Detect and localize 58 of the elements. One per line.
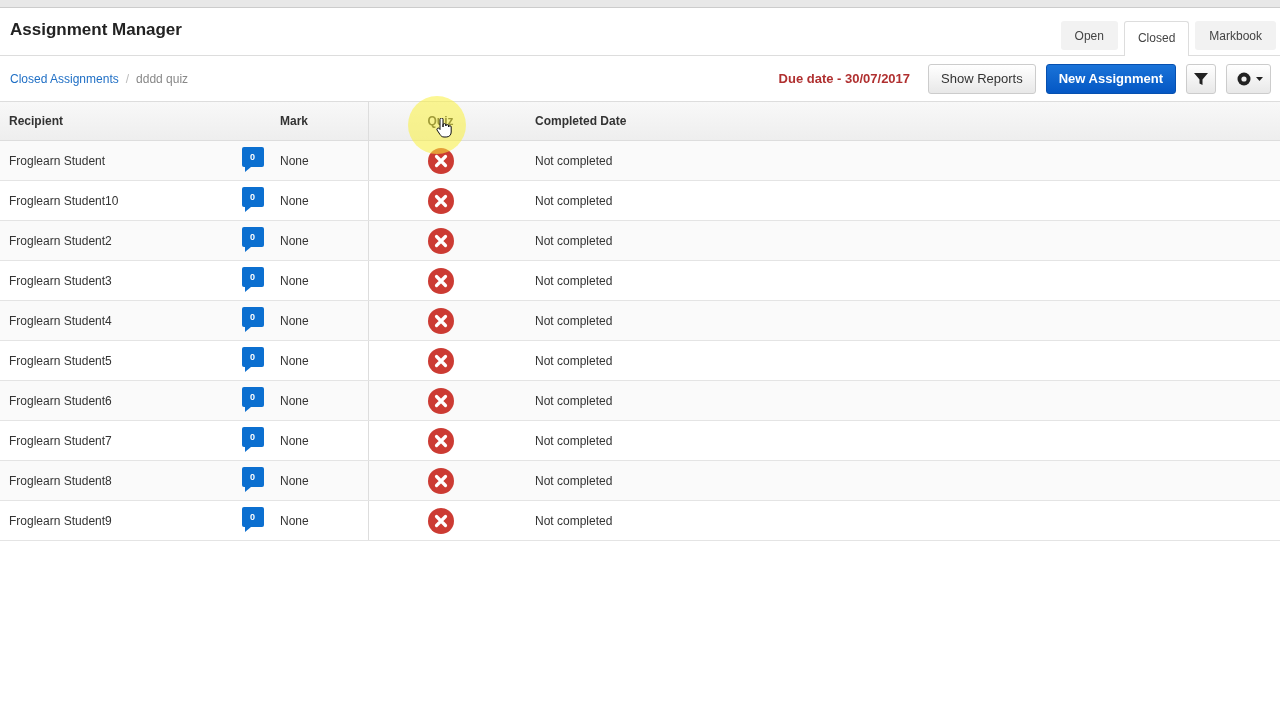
tab[interactable]: Open bbox=[1060, 21, 1118, 50]
table-cell: Froglearn Student3 bbox=[9, 273, 112, 288]
column-header[interactable]: Mark bbox=[280, 114, 308, 128]
table-cell: Not completed bbox=[535, 513, 613, 528]
tab[interactable]: Closed bbox=[1123, 21, 1190, 56]
table-cell: Not completed bbox=[535, 153, 613, 168]
table-row[interactable]: Froglearn Student3 0 None Not completed bbox=[0, 261, 1280, 301]
table-cell: None bbox=[280, 473, 309, 488]
table-cell: Froglearn Student5 bbox=[9, 353, 112, 368]
table-cell: Froglearn Student9 bbox=[9, 513, 112, 528]
table-cell: Froglearn Student6 bbox=[9, 393, 112, 408]
table-row[interactable]: Froglearn Student7 0 None Not completed bbox=[0, 421, 1280, 461]
settings-button[interactable] bbox=[1226, 63, 1271, 94]
table-cell: None bbox=[280, 233, 309, 248]
table-cell: None bbox=[280, 313, 309, 328]
page-title: Assignment Manager bbox=[10, 20, 182, 40]
show-reports-button[interactable]: Show Reports bbox=[928, 63, 1036, 94]
new-assignment-button[interactable]: New Assignment bbox=[1045, 63, 1176, 94]
table-cell: None bbox=[280, 193, 309, 208]
table-cell: None bbox=[280, 513, 309, 528]
table-cell: None bbox=[280, 153, 309, 168]
filter-button[interactable] bbox=[1186, 63, 1216, 94]
table-cell: None bbox=[280, 273, 309, 288]
cursor-highlight bbox=[408, 96, 466, 154]
column-header[interactable]: Completed Date bbox=[535, 114, 627, 128]
table-cell: Froglearn Student7 bbox=[9, 433, 112, 448]
table-cell: Not completed bbox=[535, 393, 613, 408]
table-cell: Not completed bbox=[535, 313, 613, 328]
table-cell: Froglearn Student4 bbox=[9, 313, 112, 328]
table-row[interactable]: Froglearn Student4 0 None Not completed bbox=[0, 301, 1280, 341]
table-cell: Not completed bbox=[535, 433, 613, 448]
table-cell: Not completed bbox=[535, 473, 613, 488]
tab[interactable]: Markbook bbox=[1195, 21, 1276, 50]
caret-icon bbox=[1256, 76, 1263, 81]
table-cell: Not completed bbox=[535, 273, 613, 288]
table-row[interactable]: Froglearn Student5 0 None Not completed bbox=[0, 341, 1280, 381]
table-row[interactable]: Froglearn Student9 0 None Not completed bbox=[0, 501, 1280, 541]
table-cell: Not completed bbox=[535, 233, 613, 248]
table-row[interactable]: Froglearn Student10 0 None Not completed bbox=[0, 181, 1280, 221]
filter-icon bbox=[1194, 71, 1208, 86]
table-row[interactable]: Froglearn Student8 0 None Not completed bbox=[0, 461, 1280, 501]
table-cell: Not completed bbox=[535, 193, 613, 208]
table-cell: Froglearn Student2 bbox=[9, 233, 112, 248]
table-cell: None bbox=[280, 353, 309, 368]
column-header[interactable]: Recipient bbox=[9, 114, 63, 128]
table-cell: Froglearn Student8 bbox=[9, 473, 112, 488]
table-cell: Not completed bbox=[535, 353, 613, 368]
table-cell: None bbox=[280, 393, 309, 408]
due-date: Due date - 30/07/2017 bbox=[778, 71, 911, 86]
breadcrumb-link[interactable]: Closed Assignments bbox=[10, 71, 119, 86]
table-cell: None bbox=[280, 433, 309, 448]
table-row[interactable]: Froglearn Student6 0 None Not completed bbox=[0, 381, 1280, 421]
breadcrumb-current: dddd quiz bbox=[136, 71, 189, 86]
table-cell: Froglearn Student bbox=[9, 153, 106, 168]
table-row[interactable]: Froglearn Student 0 None Not completed bbox=[0, 141, 1280, 181]
table-row[interactable]: Froglearn Student2 0 None Not completed bbox=[0, 221, 1280, 261]
table-cell: Froglearn Student10 bbox=[9, 193, 119, 208]
breadcrumb-separator: / bbox=[125, 71, 130, 86]
